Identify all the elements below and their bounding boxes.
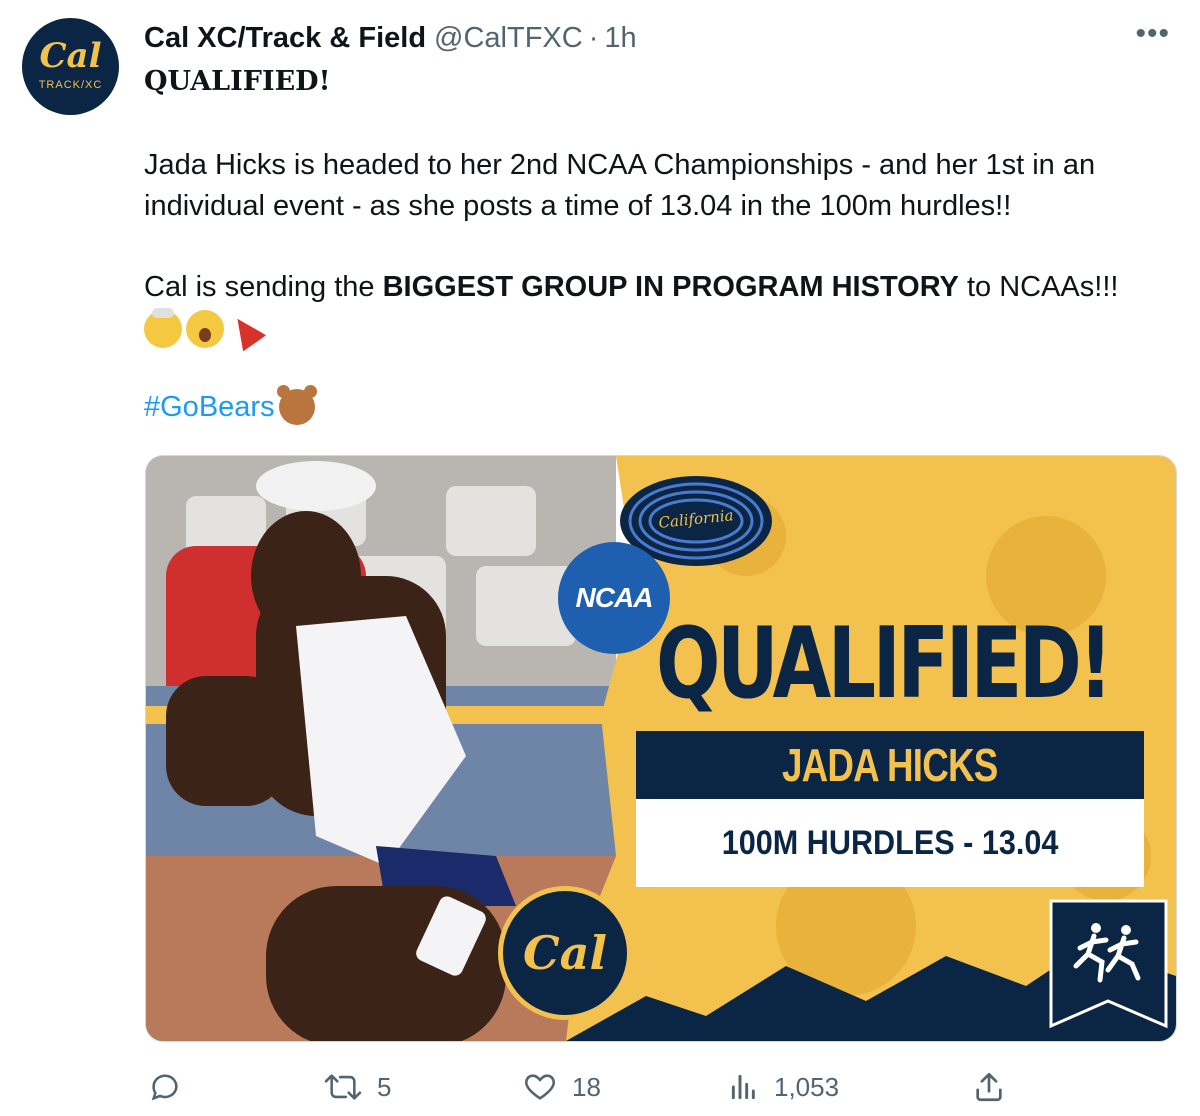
tweet-action-bar: 5 18 1,053 [0,1060,1200,1116]
party-popper-emoji [228,310,266,348]
retweet-icon [324,1074,362,1100]
avatar-sub-text: TRACK/XC [38,78,103,91]
heart-icon [525,1074,555,1100]
graphic-headline: QUALIFIED! [656,607,1113,721]
header-separator: · [588,21,599,54]
tweet-timestamp[interactable]: 1h [604,22,636,55]
tweet-header: Cal XC/Track & Field @CalTFXC · 1h [144,18,637,58]
hashtag-line: #GoBears [144,385,317,425]
more-options-icon[interactable]: ••• [1135,19,1170,49]
cal-badge-text: Cal [523,926,607,980]
runners-icon [1073,923,1141,983]
avatar-logo-text: Cal [39,35,102,76]
result-text: 100M HURDLES - 13.04 [721,823,1059,862]
ncaa-logo: NCAA [558,542,670,654]
tweet-paragraph-2: Cal is sending the BIGGEST GROUP IN PROG… [144,267,1174,308]
share-button[interactable] [972,1070,1006,1104]
reply-button[interactable] [148,1070,196,1104]
emoji-row [144,308,266,348]
result-band: 100M HURDLES - 13.04 [636,799,1144,887]
user-handle[interactable]: @CalTFXC [434,22,583,55]
view-count: 1,053 [774,1071,840,1102]
bear-face-emoji [276,385,317,425]
views-icon [731,1074,755,1100]
share-icon [976,1072,1002,1102]
ncaa-logo-text: NCAA [575,582,654,613]
track-logo-text: California [657,506,735,532]
athlete-name: JADA HICKS [782,739,998,791]
hashtag-link[interactable]: #GoBears [144,391,275,424]
like-count: 18 [572,1071,601,1102]
reply-icon [151,1074,178,1101]
tweet-title: QUALIFIED! [144,66,331,97]
athlete-name-band: JADA HICKS [636,731,1144,799]
exploding-head-emoji [144,308,182,348]
screaming-face-emoji [186,310,224,348]
paragraph-2-bold: BIGGEST GROUP IN PROGRAM HISTORY [382,271,959,303]
tweet-media-image[interactable]: California NCAA QUALIFIED! JADA HICKS 10… [145,455,1177,1042]
paragraph-2-pre: Cal is sending the [144,271,383,303]
paragraph-2-post: to NCAAs!!! [958,271,1119,303]
retweet-count: 5 [377,1071,392,1102]
account-avatar[interactable]: Cal TRACK/XC [22,18,119,115]
cal-badge: Cal [498,886,632,1020]
display-name[interactable]: Cal XC/Track & Field [144,22,426,55]
tweet-paragraph-1: Jada Hicks is headed to her 2nd NCAA Cha… [144,149,1096,222]
views-button[interactable]: 1,053 [728,1070,839,1104]
retweet-button[interactable]: 5 [323,1070,391,1104]
like-button[interactable]: 18 [522,1070,601,1104]
